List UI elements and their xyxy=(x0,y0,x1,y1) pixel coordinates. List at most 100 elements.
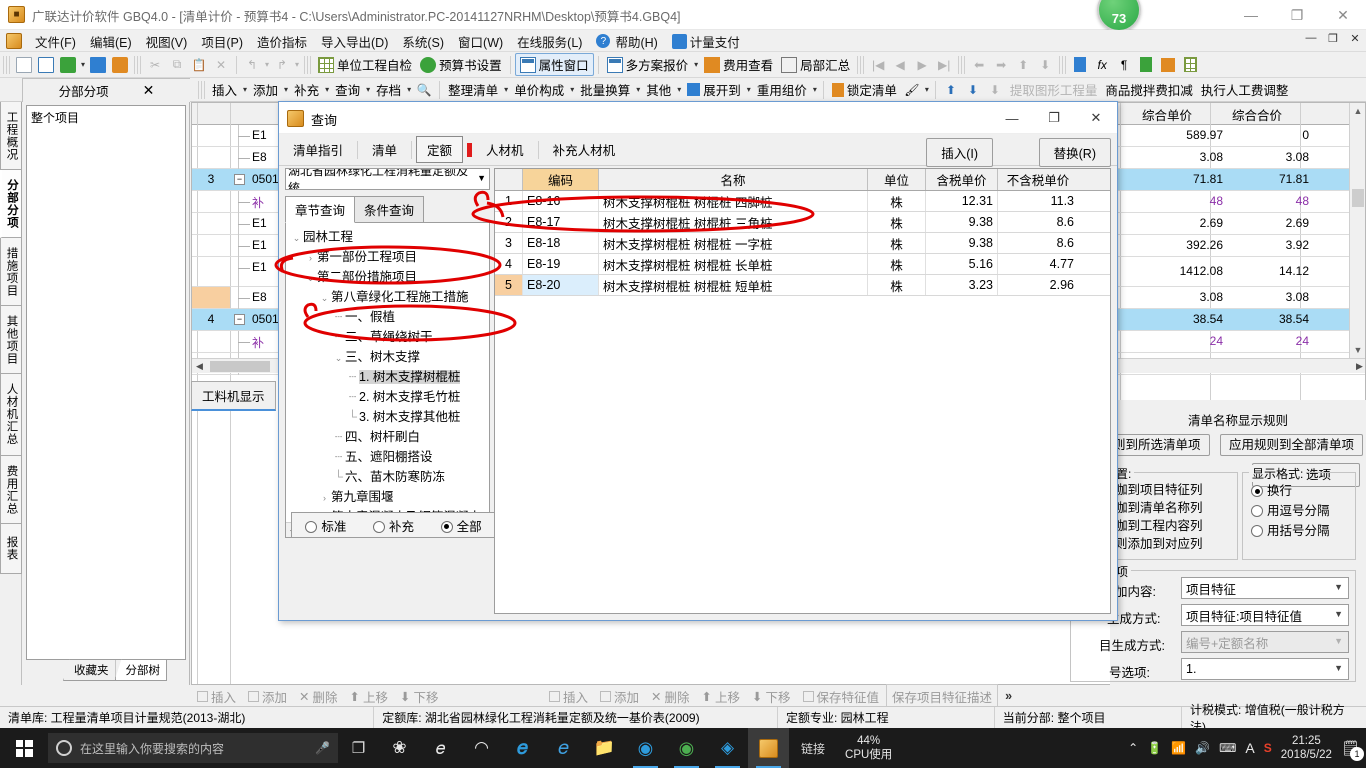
column-header-comprehensive-unit-price[interactable]: 综合单价 xyxy=(1122,105,1212,124)
copy-icon[interactable]: ⧉ xyxy=(166,54,188,76)
chevron-down-icon[interactable]: ▼ xyxy=(1334,663,1343,673)
save-icon[interactable] xyxy=(87,54,109,76)
taskbar-app-spiral[interactable]: ◠ xyxy=(461,728,502,768)
table-row[interactable]: 3 E8-18 树木支撑树棍桩 树棍桩 一字桩 株 9.38 8.6 xyxy=(495,233,1110,254)
mixing-fee-deduct-button[interactable]: 商品搅拌费扣减 xyxy=(1101,79,1197,100)
chevron-down-icon[interactable]: ⌄ xyxy=(332,348,345,368)
score-badge[interactable]: 73 xyxy=(1097,0,1141,32)
undo-dropdown-caret[interactable]: ▾ xyxy=(265,60,269,69)
tab-list-guide[interactable]: 清单指引 xyxy=(283,137,353,162)
menu-system[interactable]: 系统(S) xyxy=(395,30,451,53)
multi-scheme-quote-button[interactable]: 多方案报价 xyxy=(603,54,693,75)
microphone-icon[interactable]: 🎤 xyxy=(315,741,330,755)
query-button[interactable]: 查询 xyxy=(331,79,364,100)
chevron-down-icon[interactable]: ▼ xyxy=(477,173,486,183)
chevron-right-icon[interactable]: › xyxy=(304,248,317,268)
table-row[interactable]: 1 E8-16 树木支撑树棍桩 树棍桩 四脚桩 株 12.31 11.3 xyxy=(495,191,1110,212)
tree-item[interactable]: ⌄ 园林工程 xyxy=(290,227,489,247)
fee-view-button[interactable]: 费用查看 xyxy=(700,54,777,75)
menu-import-export[interactable]: 导入导出(D) xyxy=(314,30,395,53)
sidebar-item-fee-summary[interactable]: 费用汇总 xyxy=(0,456,22,524)
taskbar-app-file-explorer[interactable]: 📁 xyxy=(584,728,625,768)
radio-option-all[interactable]: 全部 xyxy=(440,516,482,535)
add-caret[interactable]: ▾ xyxy=(284,85,288,94)
other-caret[interactable]: ▾ xyxy=(677,85,681,94)
toolbar-grip-6[interactable] xyxy=(1059,55,1067,74)
undo-icon[interactable]: ↰ xyxy=(241,54,263,76)
lower-move-down-button[interactable]: ⬇ 下移 xyxy=(395,685,444,708)
toolbar-grip-2[interactable] xyxy=(134,55,142,74)
radio-newline-icon[interactable] xyxy=(1251,485,1263,497)
add-content-select[interactable]: 项目特征 ▼ xyxy=(1181,577,1349,599)
column-header-comprehensive-total-price[interactable]: 综合合价 xyxy=(1212,105,1302,124)
report-icon[interactable] xyxy=(1157,54,1179,76)
tab-labor-material[interactable]: 人材机 xyxy=(476,137,534,162)
list-icon[interactable] xyxy=(1179,54,1201,76)
taskbar-app-blue-tool[interactable]: ◈ xyxy=(707,728,748,768)
query-dialog[interactable]: 查询 — ❐ ✕ 清单指引 清单 定额 人材机 补充人材机 插入(I) 替换(R… xyxy=(278,101,1118,621)
tree-item[interactable]: ⌄ 三、树木支撑 xyxy=(290,347,489,367)
binoculars-icon[interactable]: 🔍 xyxy=(413,79,435,101)
radio-comma-icon[interactable] xyxy=(1251,505,1263,517)
tree-item[interactable]: ⌄ 第八章绿化工程施工措施 xyxy=(290,287,489,307)
section-close-icon[interactable]: ✕ xyxy=(143,82,155,99)
keyboard-icon[interactable]: ⌨ xyxy=(1219,741,1236,755)
mdi-close-button[interactable]: ✕ xyxy=(1348,32,1362,45)
color-fill-icon[interactable]: 🖌 xyxy=(901,79,923,101)
lower2-insert-button[interactable]: 插入 xyxy=(544,685,593,708)
budget-settings-button[interactable]: 预算书设置 xyxy=(416,54,506,75)
insert-caret[interactable]: ▾ xyxy=(243,85,247,94)
taskbar-clock[interactable]: 21:25 2018/5/22 xyxy=(1281,734,1332,762)
tab-favorites[interactable]: 收藏夹 xyxy=(63,659,116,681)
open-dropdown-caret[interactable]: ▾ xyxy=(81,60,85,69)
radio-option-supplement[interactable]: 补充 xyxy=(372,516,414,535)
close-button[interactable]: ✕ xyxy=(1320,0,1366,30)
supplement-button[interactable]: 补充 xyxy=(290,79,323,100)
local-summary-button[interactable]: 局部汇总 xyxy=(777,54,854,75)
setting-item-feature-column[interactable]: 咖到项目特征列 xyxy=(1115,481,1237,499)
chevron-down-icon[interactable]: ▼ xyxy=(1334,582,1343,592)
labor-cost-adjust-button[interactable]: 执行人工费调整 xyxy=(1197,79,1293,100)
save-item-feature-description-button[interactable]: 保存项目特征描述 xyxy=(886,683,999,709)
tree-node-root[interactable]: 整个项目 xyxy=(27,106,185,129)
lower-insert-button[interactable]: 插入 xyxy=(192,685,241,708)
reuse-pricing-caret[interactable]: ▾ xyxy=(813,85,817,94)
row-collapse-icon[interactable]: − xyxy=(234,314,245,325)
tree-item[interactable]: ┄ 一、假植 xyxy=(290,307,489,327)
chevron-right-icon[interactable]: › xyxy=(318,488,331,508)
col-header-unit[interactable]: 单位 xyxy=(868,169,926,190)
hscroll-thumb[interactable] xyxy=(210,361,270,372)
prev-record-icon[interactable]: ◀ xyxy=(889,54,911,76)
next-record-icon[interactable]: ▶ xyxy=(911,54,933,76)
chevron-down-icon[interactable]: ⌄ xyxy=(318,288,331,308)
lock-list-button[interactable]: 锁定清单 xyxy=(828,79,901,100)
radio-standard-icon[interactable] xyxy=(305,520,318,533)
save-as-icon[interactable] xyxy=(109,54,131,76)
color-fill-caret[interactable]: ▾ xyxy=(925,85,929,94)
scroll-up-arrow-icon[interactable]: ▲ xyxy=(1350,103,1365,119)
col-header-code[interactable]: 编码 xyxy=(523,169,599,190)
sidebar-item-project-overview[interactable]: 工程概况 xyxy=(0,102,22,170)
redo-icon[interactable]: ↱ xyxy=(271,54,293,76)
dialog-minimize-button[interactable]: — xyxy=(991,102,1033,134)
tree-item[interactable]: ┄ 四、树杆刷白 xyxy=(290,427,489,447)
taskbar-search-input[interactable]: 在这里输入你要搜索的内容 🎤 xyxy=(48,733,338,763)
col-header-untaxed-price[interactable]: 不含税单价 xyxy=(998,169,1078,190)
menu-online-service[interactable]: 在线服务(L) xyxy=(510,30,589,53)
organize-list-button[interactable]: 整理清单 xyxy=(444,79,502,100)
nav-left-icon[interactable]: ⬅ xyxy=(968,54,990,76)
maximize-button[interactable]: ❐ xyxy=(1274,0,1320,30)
taskbar-app-ie-old[interactable]: 𝑒 xyxy=(420,728,461,768)
lower2-move-down-button[interactable]: ⬇ 下移 xyxy=(747,685,796,708)
paste-icon[interactable]: 📋 xyxy=(188,54,210,76)
table-row[interactable]: 4 E8-19 树木支撑树棍桩 树棍桩 长单桩 株 5.16 4.77 xyxy=(495,254,1110,275)
project-tree[interactable]: 整个项目 xyxy=(26,105,186,660)
new-project-icon[interactable] xyxy=(35,54,57,76)
menu-project[interactable]: 项目(P) xyxy=(194,30,250,53)
other-button[interactable]: 其他 xyxy=(642,79,675,100)
scroll-left-arrow-icon[interactable]: ◀ xyxy=(192,359,207,374)
table-row[interactable]: 2 E8-17 树木支撑树棍桩 树棍桩 三角桩 株 9.38 8.6 xyxy=(495,212,1110,233)
replace-dialog-button[interactable]: 替换(R) xyxy=(1038,138,1111,167)
tree-item[interactable]: › 第九章围堰 xyxy=(290,487,489,507)
taskbar-app-360[interactable]: ◉ xyxy=(625,728,666,768)
